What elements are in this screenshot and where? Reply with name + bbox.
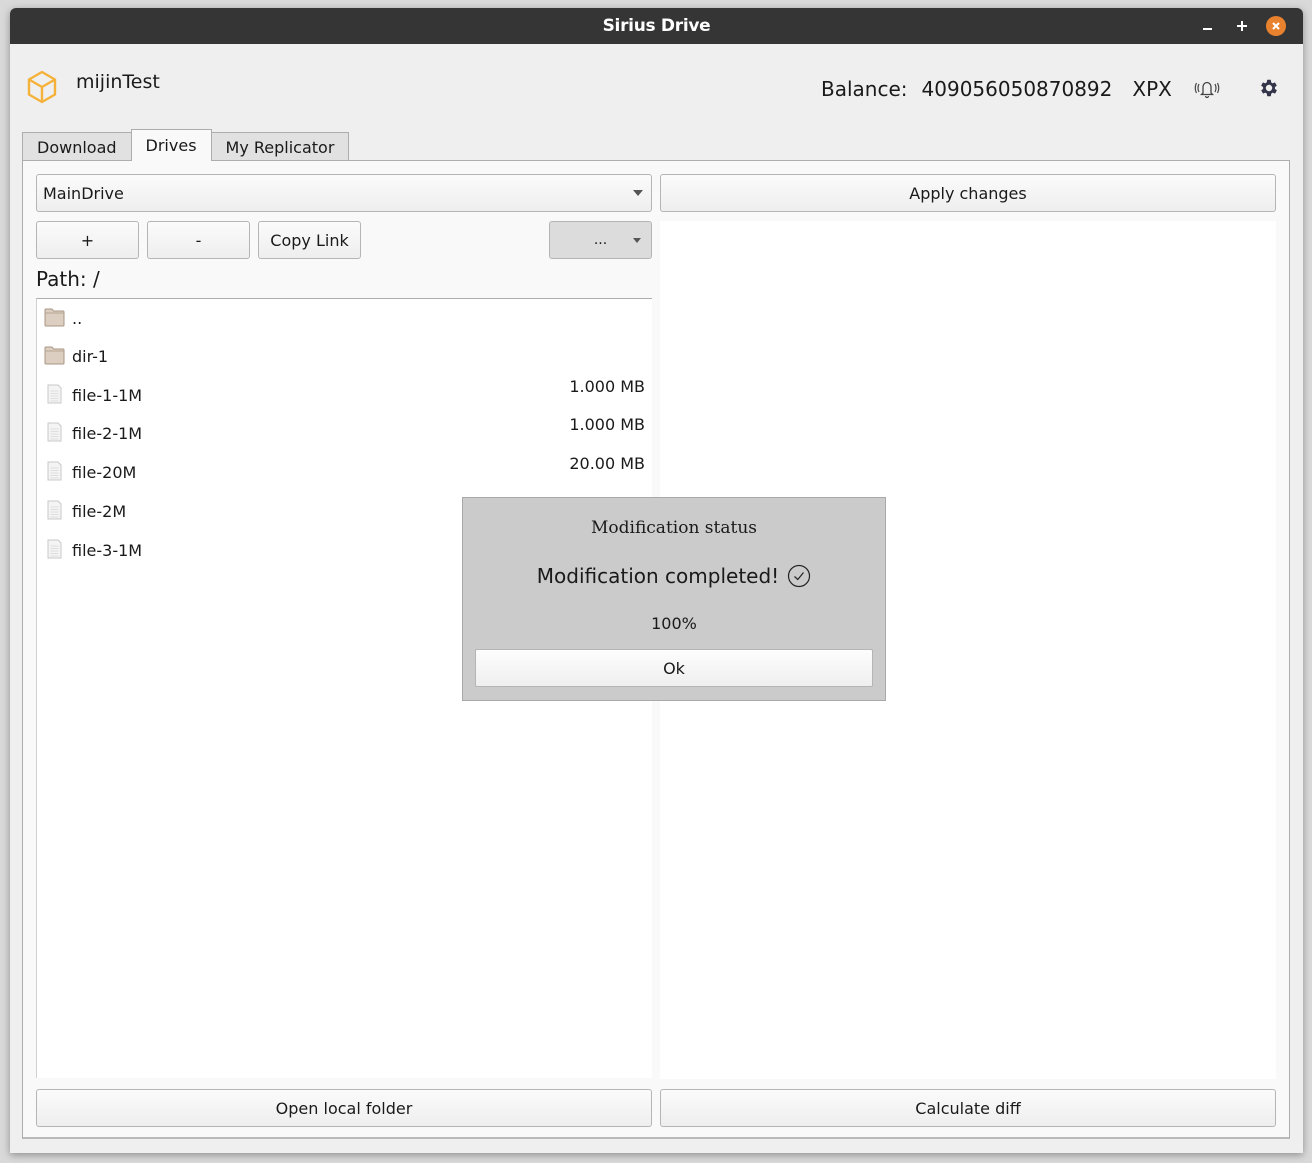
file-name: file-3-1M: [72, 541, 143, 560]
balance-value: 409056050870892: [921, 77, 1113, 101]
main-tabs: Download Drives My Replicator: [22, 129, 350, 161]
file-size: 1.000 MB: [569, 377, 645, 396]
modification-status-dialog: Modification status Modification complet…: [462, 497, 886, 701]
tab-my-replicator[interactable]: My Replicator: [210, 132, 350, 161]
add-button[interactable]: +: [36, 221, 139, 259]
tab-label: Drives: [145, 136, 197, 155]
chevron-down-icon: [633, 238, 641, 243]
file-list-item[interactable]: file-2-1M 1.000 MB: [37, 414, 651, 452]
app-window: Sirius Drive mijinTest Balance: 40905605…: [10, 8, 1303, 1153]
tab-label: Download: [37, 137, 117, 157]
file-name: ..: [72, 309, 83, 328]
file-name: file-2M: [72, 502, 127, 521]
window-title: Sirius Drive: [602, 16, 711, 36]
maximize-icon: [1237, 21, 1247, 31]
chevron-down-icon: [633, 190, 643, 196]
apply-changes-button[interactable]: Apply changes: [660, 174, 1276, 212]
balance-display: Balance: 409056050870892 XPX: [821, 77, 1172, 101]
file-name: file-20M: [72, 463, 137, 482]
minimize-button[interactable]: [1191, 8, 1225, 44]
folder-icon: [44, 307, 65, 327]
progress-percent: 100%: [651, 614, 697, 633]
minimize-icon: [1203, 28, 1212, 30]
more-options-button[interactable]: ...: [549, 221, 652, 259]
file-icon: [44, 422, 65, 442]
drive-select[interactable]: MainDrive: [36, 174, 652, 212]
file-size: 1.000 MB: [569, 415, 645, 434]
file-icon: [44, 384, 65, 404]
remove-button[interactable]: -: [147, 221, 250, 259]
file-name: dir-1: [72, 347, 109, 366]
balance-currency: XPX: [1132, 77, 1172, 101]
tab-label: My Replicator: [225, 137, 335, 157]
account-header: mijinTest Balance: 409056050870892 XPX: [10, 44, 1303, 130]
gear-icon[interactable]: [1258, 77, 1280, 99]
file-list-item[interactable]: ..: [37, 299, 651, 337]
close-icon: [1266, 16, 1286, 36]
dialog-message-row: Modification completed!: [463, 564, 885, 588]
drive-select-value: MainDrive: [43, 183, 124, 203]
ok-button[interactable]: Ok: [475, 649, 873, 687]
file-icon: [44, 500, 65, 520]
more-options-label: ...: [593, 232, 608, 248]
account-name: mijinTest: [76, 71, 160, 93]
maximize-button[interactable]: [1225, 8, 1259, 44]
file-list-item[interactable]: file-20M 20.00 MB: [37, 453, 651, 491]
open-local-folder-button[interactable]: Open local folder: [36, 1089, 652, 1127]
tab-drives[interactable]: Drives: [130, 129, 212, 161]
path-label: Path: /: [36, 267, 100, 291]
dialog-title: Modification status: [590, 518, 757, 538]
file-icon: [44, 461, 65, 481]
file-icon: [44, 539, 65, 559]
file-size: 20.00 MB: [569, 454, 645, 473]
dialog-message: Modification completed!: [536, 564, 780, 588]
tab-download[interactable]: Download: [22, 132, 132, 161]
file-list-item[interactable]: dir-1: [37, 337, 651, 375]
cube-logo-icon: [27, 70, 57, 104]
file-name: file-1-1M: [72, 386, 143, 405]
bell-ringing-icon[interactable]: [1194, 77, 1220, 99]
calculate-diff-button[interactable]: Calculate diff: [660, 1089, 1276, 1127]
balance-label: Balance:: [821, 77, 908, 101]
title-bar[interactable]: Sirius Drive: [10, 8, 1303, 44]
close-button[interactable]: [1259, 8, 1293, 44]
file-name: file-2-1M: [72, 424, 143, 443]
check-circle-icon: [788, 564, 811, 588]
window-controls: [1191, 8, 1293, 44]
folder-icon: [44, 345, 65, 365]
file-list-item[interactable]: file-1-1M 1.000 MB: [37, 376, 651, 414]
copy-link-button[interactable]: Copy Link: [258, 221, 361, 259]
